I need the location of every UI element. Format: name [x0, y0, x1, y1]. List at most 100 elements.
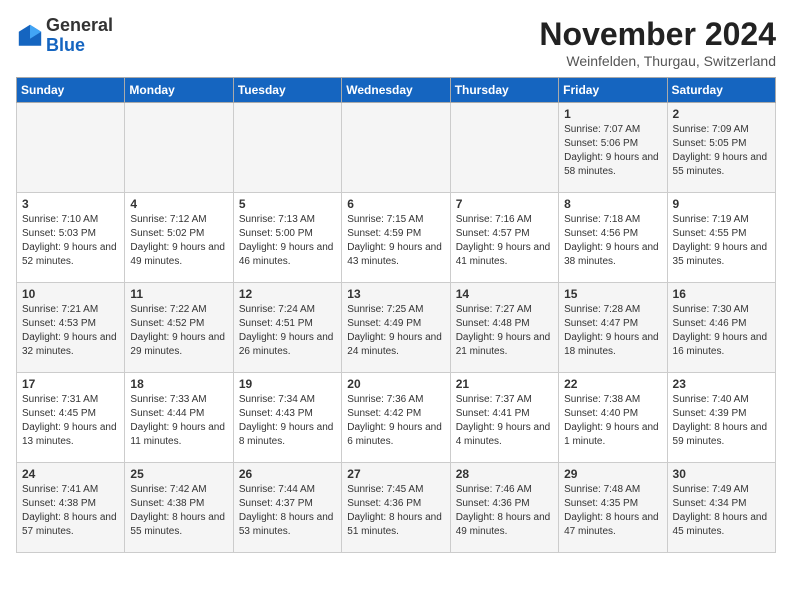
page-header: General Blue November 2024 Weinfelden, T…	[16, 16, 776, 69]
day-info: Sunrise: 7:22 AM Sunset: 4:52 PM Dayligh…	[130, 303, 227, 359]
logo-blue: Blue	[46, 35, 85, 55]
header-friday: Friday	[559, 78, 667, 103]
day-info: Sunrise: 7:21 AM Sunset: 4:53 PM Dayligh…	[22, 303, 119, 359]
calendar-week-5: 24Sunrise: 7:41 AM Sunset: 4:38 PM Dayli…	[17, 463, 776, 553]
day-info: Sunrise: 7:13 AM Sunset: 5:00 PM Dayligh…	[239, 213, 336, 269]
day-number: 11	[130, 287, 227, 301]
calendar-cell	[342, 103, 450, 193]
month-title: November 2024	[539, 16, 776, 53]
day-info: Sunrise: 7:16 AM Sunset: 4:57 PM Dayligh…	[456, 213, 553, 269]
day-number: 6	[347, 197, 444, 211]
calendar-week-4: 17Sunrise: 7:31 AM Sunset: 4:45 PM Dayli…	[17, 373, 776, 463]
calendar-header: SundayMondayTuesdayWednesdayThursdayFrid…	[17, 78, 776, 103]
day-number: 22	[564, 377, 661, 391]
calendar-cell	[233, 103, 341, 193]
calendar-cell: 23 Sunrise: 7:40 AM Sunset: 4:39 PM Dayli…	[667, 373, 775, 463]
calendar-cell: 27Sunrise: 7:45 AM Sunset: 4:36 PM Dayli…	[342, 463, 450, 553]
calendar-cell: 3Sunrise: 7:10 AM Sunset: 5:03 PM Daylig…	[17, 193, 125, 283]
day-info: Sunrise: 7:30 AM Sunset: 4:46 PM Dayligh…	[673, 303, 770, 359]
calendar-cell: 19 Sunrise: 7:34 AM Sunset: 4:43 PM Dayli…	[233, 373, 341, 463]
day-number: 27	[347, 467, 444, 481]
calendar-cell: 4Sunrise: 7:12 AM Sunset: 5:02 PM Daylig…	[125, 193, 233, 283]
calendar-cell: 10Sunrise: 7:21 AM Sunset: 4:53 PM Dayli…	[17, 283, 125, 373]
day-info: Sunrise: 7:12 AM Sunset: 5:02 PM Dayligh…	[130, 213, 227, 269]
day-number: 23	[673, 377, 770, 391]
logo-general: General	[46, 15, 113, 35]
calendar-cell	[17, 103, 125, 193]
calendar-cell: 2 Sunrise: 7:09 AM Sunset: 5:05 PM Daylig…	[667, 103, 775, 193]
day-number: 8	[564, 197, 661, 211]
header-saturday: Saturday	[667, 78, 775, 103]
header-sunday: Sunday	[17, 78, 125, 103]
day-number: 15	[564, 287, 661, 301]
day-number: 13	[347, 287, 444, 301]
calendar-cell: 18 Sunrise: 7:33 AM Sunset: 4:44 PM Dayli…	[125, 373, 233, 463]
day-number: 18	[130, 377, 227, 391]
calendar-cell: 28Sunrise: 7:46 AM Sunset: 4:36 PM Dayli…	[450, 463, 558, 553]
calendar-week-3: 10Sunrise: 7:21 AM Sunset: 4:53 PM Dayli…	[17, 283, 776, 373]
day-info: Sunrise: 7:24 AM Sunset: 4:51 PM Dayligh…	[239, 303, 336, 359]
day-info: Sunrise: 7:07 AM Sunset: 5:06 PM Dayligh…	[564, 123, 661, 179]
day-info: Sunrise: 7:19 AM Sunset: 4:55 PM Dayligh…	[673, 213, 770, 269]
day-number: 19	[239, 377, 336, 391]
calendar-cell: 13 Sunrise: 7:25 AM Sunset: 4:49 PM Dayli…	[342, 283, 450, 373]
day-number: 14	[456, 287, 553, 301]
header-thursday: Thursday	[450, 78, 558, 103]
calendar-cell: 9 Sunrise: 7:19 AM Sunset: 4:55 PM Daylig…	[667, 193, 775, 283]
location: Weinfelden, Thurgau, Switzerland	[539, 53, 776, 69]
logo-icon	[16, 22, 44, 50]
calendar-cell: 24Sunrise: 7:41 AM Sunset: 4:38 PM Dayli…	[17, 463, 125, 553]
header-monday: Monday	[125, 78, 233, 103]
day-number: 1	[564, 107, 661, 121]
calendar-cell: 30 Sunrise: 7:49 AM Sunset: 4:34 PM Dayli…	[667, 463, 775, 553]
day-info: Sunrise: 7:25 AM Sunset: 4:49 PM Dayligh…	[347, 303, 444, 359]
day-info: Sunrise: 7:15 AM Sunset: 4:59 PM Dayligh…	[347, 213, 444, 269]
calendar-cell: 8Sunrise: 7:18 AM Sunset: 4:56 PM Daylig…	[559, 193, 667, 283]
day-number: 26	[239, 467, 336, 481]
calendar-table: SundayMondayTuesdayWednesdayThursdayFrid…	[16, 77, 776, 553]
title-block: November 2024 Weinfelden, Thurgau, Switz…	[539, 16, 776, 69]
calendar-cell: 26Sunrise: 7:44 AM Sunset: 4:37 PM Dayli…	[233, 463, 341, 553]
day-info: Sunrise: 7:49 AM Sunset: 4:34 PM Dayligh…	[673, 483, 770, 539]
day-info: Sunrise: 7:40 AM Sunset: 4:39 PM Dayligh…	[673, 393, 770, 449]
day-number: 9	[673, 197, 770, 211]
calendar-cell: 14 Sunrise: 7:27 AM Sunset: 4:48 PM Dayli…	[450, 283, 558, 373]
day-info: Sunrise: 7:48 AM Sunset: 4:35 PM Dayligh…	[564, 483, 661, 539]
calendar-cell: 25 Sunrise: 7:42 AM Sunset: 4:38 PM Dayli…	[125, 463, 233, 553]
header-wednesday: Wednesday	[342, 78, 450, 103]
day-number: 30	[673, 467, 770, 481]
calendar-cell: 20Sunrise: 7:36 AM Sunset: 4:42 PM Dayli…	[342, 373, 450, 463]
calendar-cell: 15 Sunrise: 7:28 AM Sunset: 4:47 PM Dayli…	[559, 283, 667, 373]
day-number: 25	[130, 467, 227, 481]
day-info: Sunrise: 7:28 AM Sunset: 4:47 PM Dayligh…	[564, 303, 661, 359]
header-tuesday: Tuesday	[233, 78, 341, 103]
day-info: Sunrise: 7:34 AM Sunset: 4:43 PM Dayligh…	[239, 393, 336, 449]
day-info: Sunrise: 7:31 AM Sunset: 4:45 PM Dayligh…	[22, 393, 119, 449]
day-number: 7	[456, 197, 553, 211]
calendar-cell: 12 Sunrise: 7:24 AM Sunset: 4:51 PM Dayli…	[233, 283, 341, 373]
day-info: Sunrise: 7:33 AM Sunset: 4:44 PM Dayligh…	[130, 393, 227, 449]
day-number: 2	[673, 107, 770, 121]
day-number: 16	[673, 287, 770, 301]
day-info: Sunrise: 7:42 AM Sunset: 4:38 PM Dayligh…	[130, 483, 227, 539]
day-info: Sunrise: 7:38 AM Sunset: 4:40 PM Dayligh…	[564, 393, 661, 449]
calendar-cell: 16 Sunrise: 7:30 AM Sunset: 4:46 PM Dayli…	[667, 283, 775, 373]
calendar-cell	[125, 103, 233, 193]
day-number: 24	[22, 467, 119, 481]
day-number: 21	[456, 377, 553, 391]
day-info: Sunrise: 7:09 AM Sunset: 5:05 PM Dayligh…	[673, 123, 770, 179]
day-number: 12	[239, 287, 336, 301]
calendar-cell: 5 Sunrise: 7:13 AM Sunset: 5:00 PM Daylig…	[233, 193, 341, 283]
calendar-cell: 7 Sunrise: 7:16 AM Sunset: 4:57 PM Daylig…	[450, 193, 558, 283]
calendar-cell: 29 Sunrise: 7:48 AM Sunset: 4:35 PM Dayli…	[559, 463, 667, 553]
day-info: Sunrise: 7:27 AM Sunset: 4:48 PM Dayligh…	[456, 303, 553, 359]
day-number: 28	[456, 467, 553, 481]
day-number: 20	[347, 377, 444, 391]
calendar-cell	[450, 103, 558, 193]
day-number: 5	[239, 197, 336, 211]
day-info: Sunrise: 7:37 AM Sunset: 4:41 PM Dayligh…	[456, 393, 553, 449]
calendar-cell: 17Sunrise: 7:31 AM Sunset: 4:45 PM Dayli…	[17, 373, 125, 463]
day-number: 3	[22, 197, 119, 211]
calendar-cell: 6 Sunrise: 7:15 AM Sunset: 4:59 PM Daylig…	[342, 193, 450, 283]
day-number: 29	[564, 467, 661, 481]
